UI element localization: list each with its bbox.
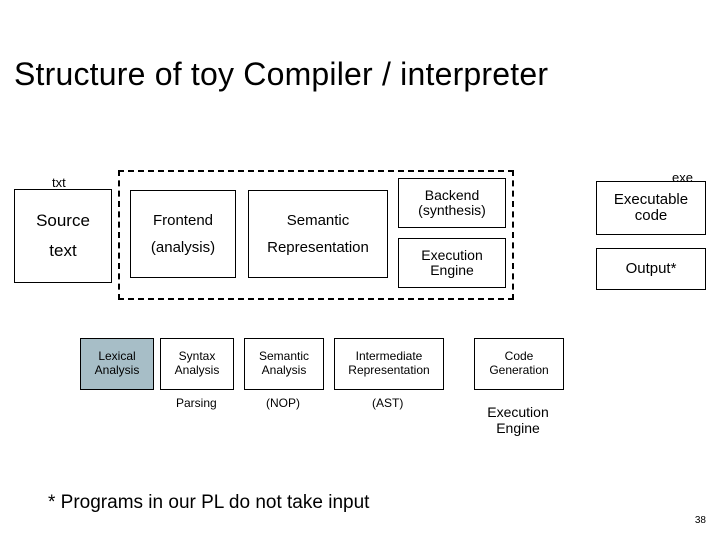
executable-top: Executable — [614, 192, 688, 209]
exec-engine-bottom: Engine — [430, 263, 474, 278]
source-box: Source text — [14, 189, 112, 283]
lexical-analysis-box: Lexical Analysis — [80, 338, 154, 390]
page-number: 38 — [695, 515, 706, 526]
ast-label: (AST) — [372, 396, 403, 410]
semantic-label: Semantic — [287, 212, 350, 229]
frontend-box: Frontend (analysis) — [130, 190, 236, 278]
exec-engine-small: Execution Engine — [478, 404, 558, 436]
slide-title: Structure of toy Compiler / interpreter — [14, 56, 548, 93]
nop-label: (NOP) — [266, 396, 300, 410]
intermediate-rep-box: Intermediate Representation — [334, 338, 444, 390]
frontend-label: Frontend — [153, 212, 213, 229]
executable-bottom: code — [635, 208, 668, 225]
exec-small-bottom: Engine — [478, 420, 558, 436]
backend-top: Backend — [425, 188, 479, 203]
code-generation-box: Code Generation — [474, 338, 564, 390]
semantic-rep-box: Semantic Representation — [248, 190, 388, 278]
output-box: Output* — [596, 248, 706, 290]
source-top: Source — [36, 211, 90, 231]
exec-small-top: Execution — [478, 404, 558, 420]
txt-label: txt — [52, 175, 66, 190]
source-bottom: text — [49, 241, 76, 261]
analysis-label: (analysis) — [151, 239, 215, 256]
semantic-analysis-box: Semantic Analysis — [244, 338, 324, 390]
executable-box: Executable code — [596, 181, 706, 235]
execution-engine-box: Execution Engine — [398, 238, 506, 288]
syntax-analysis-box: Syntax Analysis — [160, 338, 234, 390]
representation-label: Representation — [267, 239, 369, 256]
backend-bottom: (synthesis) — [418, 203, 486, 218]
footnote: * Programs in our PL do not take input — [48, 492, 369, 514]
parsing-label: Parsing — [176, 396, 217, 410]
backend-box: Backend (synthesis) — [398, 178, 506, 228]
exec-engine-top: Execution — [421, 248, 482, 263]
slide: Structure of toy Compiler / interpreter … — [0, 0, 720, 540]
